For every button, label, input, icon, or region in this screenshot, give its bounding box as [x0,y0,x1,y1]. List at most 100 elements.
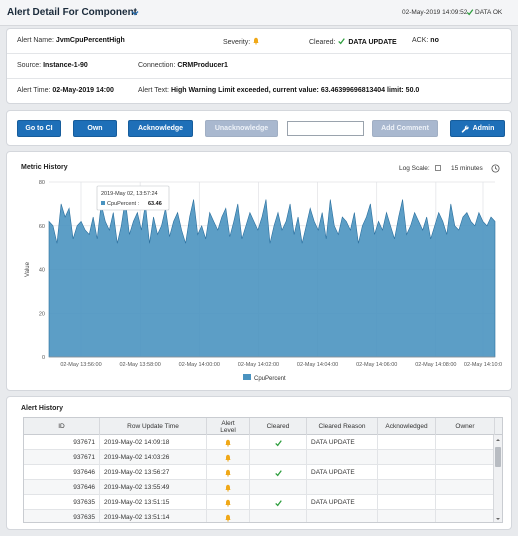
metric-history-panel: Metric History Log Scale: 15 minutes 0 20… [6,151,512,391]
unacknowledge-button[interactable]: Unacknowledge [205,120,278,137]
ack-value: no [430,37,439,44]
column-header-cleared-reason[interactable]: Cleared Reason [307,418,378,435]
table-row[interactable]: 937671 2019-May-02 14:03:26 [24,450,502,465]
column-header-cleared[interactable]: Cleared [250,418,307,435]
alert-history-panel: Alert History ID Row Update Time Alert L… [6,396,512,530]
alert-text-value: High Warning Limit exceeded, current val… [170,87,420,94]
own-button[interactable]: Own [73,120,117,137]
column-header-acknowledged[interactable]: Acknowledged [378,418,436,435]
go-to-ci-button[interactable]: Go to CI [17,120,61,137]
cell-owner [436,510,495,522]
table-scrollbar[interactable] [493,435,502,522]
cell-acknowledged [378,435,436,450]
legend-label: CpuPercent [254,376,286,382]
cleared-field: Cleared: DATA UPDATE [309,37,397,46]
table-row[interactable]: 937646 2019-May-02 13:56:27 DATA UPDATE [24,465,502,480]
table-row[interactable]: 937646 2019-May-02 13:55:49 [24,480,502,495]
alert-history-table: ID Row Update Time Alert Level Cleared C… [23,417,503,523]
cell-id: 937635 [24,510,100,522]
x-tick-label: 02-May 14:04:00 [297,362,338,368]
scroll-thumb[interactable] [495,447,501,467]
admin-button[interactable]: Admin [450,120,505,137]
cell-alert-level [207,465,250,480]
cell-owner [436,450,495,465]
cell-id: 937671 [24,435,100,450]
cell-cleared-reason [307,450,378,465]
scroll-up-icon[interactable] [495,437,501,443]
info-row-alert: Alert Name: JvmCpuPercentHigh Severity: … [7,29,511,54]
alert-time-value: 02-May-2019 14:00 [52,87,114,94]
check-icon [274,439,282,446]
cell-id: 937671 [24,450,100,465]
cell-id: 937646 [24,480,100,495]
cell-acknowledged [378,465,436,480]
cell-acknowledged [378,510,436,522]
column-header-row-update-time[interactable]: Row Update Time [100,418,207,435]
cell-cleared [250,435,307,450]
cell-cleared-reason [307,480,378,495]
cell-alert-level [207,510,250,522]
cleared-value: DATA UPDATE [348,39,397,46]
x-tick-label: 02-May 13:58:00 [120,362,161,368]
acknowledge-button[interactable]: Acknowledge [128,120,193,137]
table-row[interactable]: 937671 2019-May-02 14:09:18 DATA UPDATE [24,435,502,450]
bell-icon [225,499,231,507]
source-label: Source: [17,62,42,69]
cell-time: 2019-May-02 13:55:49 [100,480,207,495]
x-tick-label: 02-May 14:00:00 [179,362,220,368]
bell-icon [225,514,231,522]
cell-time: 2019-May-02 14:03:26 [100,450,207,465]
cell-time: 2019-May-02 13:51:14 [100,510,207,522]
legend-swatch [243,374,251,380]
cell-cleared [250,480,307,495]
cell-id: 937646 [24,465,100,480]
comment-input[interactable] [287,121,364,136]
y-tick-label: 20 [39,311,45,317]
cell-cleared [250,510,307,522]
y-axis-label: Value [25,261,31,277]
severity-label: Severity: [223,39,251,46]
column-header-id[interactable]: ID [24,418,100,435]
cell-time: 2019-May-02 13:56:27 [100,465,207,480]
cell-acknowledged [378,450,436,465]
cell-id: 937635 [24,495,100,510]
alert-name-label: Alert Name: [17,37,54,44]
table-row[interactable]: 937635 2019-May-02 13:51:15 DATA UPDATE [24,495,502,510]
y-tick-label: 60 [39,224,45,230]
tooltip-swatch [101,201,105,205]
alert-name-value: JvmCpuPercentHigh [55,37,125,44]
alert-text-field: Alert Text: High Warning Limit exceeded,… [138,87,419,94]
ack-field: ACK: no [412,37,439,44]
tooltip-series: CpuPercent : [107,201,140,207]
wrench-icon [461,125,469,133]
check-icon [338,38,346,45]
bell-icon [225,454,231,462]
bell-icon [225,469,231,477]
connection-label: Connection: [138,62,176,69]
column-header-alert-level[interactable]: Alert Level [207,418,250,435]
x-tick-label: 02-May 14:10:0 [464,362,502,368]
cell-time: 2019-May-02 13:51:15 [100,495,207,510]
table-row[interactable]: 937635 2019-May-02 13:51:14 [24,510,502,522]
current-date: 02-May-2019 14:09:52 [402,9,468,16]
cell-alert-level [207,480,250,495]
add-comment-button[interactable]: Add Comment [372,120,438,137]
column-header-owner[interactable]: Owner [436,418,495,435]
check-icon [274,469,282,476]
cell-acknowledged [378,495,436,510]
metric-chart: 0 20 40 60 80 02-May 13:56:00 02-May 13:58:00 0… [25,180,502,382]
alert-time-label: Alert Time: [17,87,51,94]
history-title: Alert History [21,405,64,412]
scroll-down-icon[interactable] [495,516,501,522]
connection-field: Connection: CRMProducer1 [138,62,228,69]
y-tick-label: 0 [42,355,45,361]
cell-time: 2019-May-02 14:09:18 [100,435,207,450]
y-tick-label: 80 [39,180,45,186]
info-row-time: Alert Time: 02-May-2019 14:00 Alert Text… [7,79,511,104]
ack-label: ACK: [412,37,429,44]
cell-cleared [250,465,307,480]
chevron-down-icon[interactable] [130,8,140,18]
x-tick-label: 02-May 14:08:00 [415,362,456,368]
severity-field: Severity: [223,37,260,46]
cell-cleared-reason: DATA UPDATE [307,495,378,510]
